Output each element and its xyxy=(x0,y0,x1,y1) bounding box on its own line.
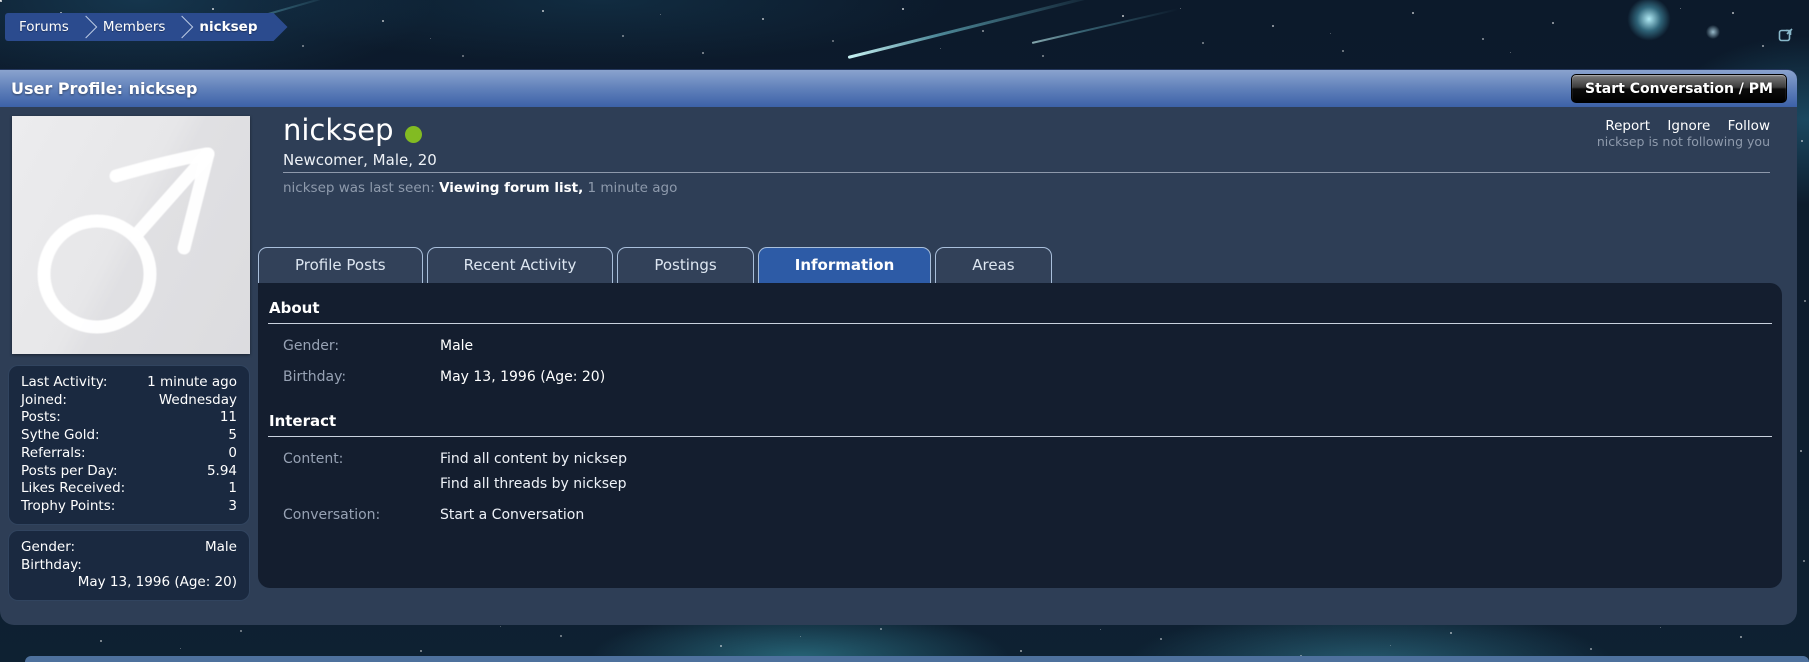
tab-recent-activity[interactable]: Recent Activity xyxy=(426,247,614,283)
male-symbol-icon xyxy=(37,147,215,334)
breadcrumb-item-current-user[interactable]: nicksep xyxy=(187,13,279,41)
tab-profile-posts[interactable]: Profile Posts xyxy=(258,247,423,283)
breadcrumb-item-forums[interactable]: Forums xyxy=(7,13,81,41)
info-value: May 13, 1996 (Age: 20) xyxy=(440,369,606,385)
info-label: Conversation: xyxy=(283,507,381,523)
stat-label: Sythe Gold: xyxy=(21,427,100,444)
start-conversation-link[interactable]: Start a Conversation xyxy=(440,506,584,524)
find-all-content-link[interactable]: Find all content by nicksep xyxy=(440,450,627,468)
stat-value: 11 xyxy=(219,409,237,426)
content-links: Find all content by nicksep Find all thr… xyxy=(440,450,627,493)
divider xyxy=(283,172,1770,173)
profile-actions: Report Ignore Follow nicksep is not foll… xyxy=(1592,119,1770,149)
online-dot xyxy=(404,125,422,143)
info-row-conversation: Conversation: Start a Conversation xyxy=(268,506,1772,524)
stat-label: Posts: xyxy=(21,409,61,426)
stat-label: Referrals: xyxy=(21,444,86,461)
last-seen-activity-link[interactable]: Viewing forum list, xyxy=(439,180,583,196)
info-row-birthday: Birthday: May 13, 1996 (Age: 20) xyxy=(268,368,1772,386)
information-panel: About Gender: Male Birthday: May 13, 199… xyxy=(258,283,1782,588)
main-content: Last Activity: 1 minute ago Joined: Wedn… xyxy=(0,107,1797,625)
report-link[interactable]: Report xyxy=(1605,118,1650,134)
tab-postings[interactable]: Postings xyxy=(617,247,754,283)
stat-value: 1 xyxy=(228,480,237,497)
stat-label: Likes Received: xyxy=(21,480,126,497)
breadcrumb: Forums Members nicksep xyxy=(5,13,288,41)
stat-value: 0 xyxy=(228,444,237,461)
stat-row-posts-per-day: Posts per Day: 5.94 xyxy=(21,463,237,481)
user-avatar[interactable] xyxy=(12,116,250,354)
tab-information[interactable]: Information xyxy=(757,247,932,283)
info-label: Birthday: xyxy=(283,369,347,385)
popout-icon[interactable] xyxy=(1778,26,1795,43)
stat-row-trophy-points: Trophy Points: 3 xyxy=(21,498,237,516)
page-title: User Profile: nicksep xyxy=(11,79,198,98)
comet-streak xyxy=(847,0,1106,59)
last-seen-time: 1 minute ago xyxy=(587,180,678,196)
username: nicksep xyxy=(283,113,394,147)
stat-value: Wednesday xyxy=(158,391,237,408)
detail-row-gender: Gender: Male xyxy=(21,539,237,557)
interact-section-title: Interact xyxy=(268,412,1772,437)
stat-row-referrals: Referrals: 0 xyxy=(21,445,237,463)
stars-decoration-small xyxy=(0,0,1,1)
profile-tabs: Profile Posts Recent Activity Postings I… xyxy=(258,247,1052,283)
info-row-gender: Gender: Male xyxy=(268,337,1772,355)
stat-row-likes-received: Likes Received: 1 xyxy=(21,480,237,498)
stat-value: 1 minute ago xyxy=(147,374,237,390)
conversation-links: Start a Conversation xyxy=(440,506,584,524)
detail-label: Birthday: xyxy=(21,556,82,573)
stat-row-posts: Posts: 11 xyxy=(21,409,237,427)
stat-row-joined: Joined: Wednesday xyxy=(21,392,237,410)
stat-label: Joined: xyxy=(21,391,67,408)
user-profile-page: Forums Members nicksep User Profile: nic… xyxy=(0,0,1809,662)
info-label: Content: xyxy=(283,451,344,467)
start-conversation-button[interactable]: Start Conversation / PM xyxy=(1571,74,1787,103)
action-links: Report Ignore Follow xyxy=(1592,119,1770,133)
find-all-threads-link[interactable]: Find all threads by nicksep xyxy=(440,475,627,493)
tab-areas[interactable]: Areas xyxy=(935,247,1052,283)
breadcrumb-item-members[interactable]: Members xyxy=(91,13,178,41)
footer-bar xyxy=(25,656,1809,662)
stat-value: 3 xyxy=(228,497,237,514)
stat-label: Last Activity: xyxy=(21,374,108,390)
detail-label: Gender: xyxy=(21,539,76,555)
info-label: Gender: xyxy=(283,338,340,354)
info-value: Male xyxy=(440,338,474,354)
user-stats-box: Last Activity: 1 minute ago Joined: Wedn… xyxy=(8,365,250,525)
user-details-box: Gender: Male Birthday: May 13, 1996 (Age… xyxy=(8,530,250,602)
follow-note: nicksep is not following you xyxy=(1596,134,1770,149)
last-seen-line: nicksep was last seen: Viewing forum lis… xyxy=(283,180,677,196)
info-row-content: Content: Find all content by nicksep Fin… xyxy=(268,450,1772,493)
detail-value-birthday: May 13, 1996 (Age: 20) xyxy=(77,574,237,591)
detail-row-birthday-label: Birthday: xyxy=(21,557,237,575)
username-row: nicksep xyxy=(283,113,422,147)
page-header: User Profile: nicksep Start Conversation… xyxy=(0,69,1797,107)
last-seen-prefix: nicksep was last seen: xyxy=(283,180,435,196)
stat-row-sythe-gold: Sythe Gold: 5 xyxy=(21,427,237,445)
comet-streak xyxy=(1031,8,1179,44)
stat-row-last-activity: Last Activity: 1 minute ago xyxy=(21,374,237,392)
detail-value: Male xyxy=(205,539,237,555)
ignore-link[interactable]: Ignore xyxy=(1667,118,1710,134)
interact-section: Interact Content: Find all content by ni… xyxy=(268,386,1772,524)
stat-value: 5.94 xyxy=(206,462,237,479)
user-title: Newcomer, Male, 20 xyxy=(283,151,437,169)
stat-value: 5 xyxy=(228,427,237,444)
about-section-title: About xyxy=(268,299,1772,324)
stat-label: Trophy Points: xyxy=(21,497,116,514)
stat-label: Posts per Day: xyxy=(21,462,118,479)
follow-link[interactable]: Follow xyxy=(1728,118,1770,134)
about-section: About Gender: Male Birthday: May 13, 199… xyxy=(268,283,1772,386)
